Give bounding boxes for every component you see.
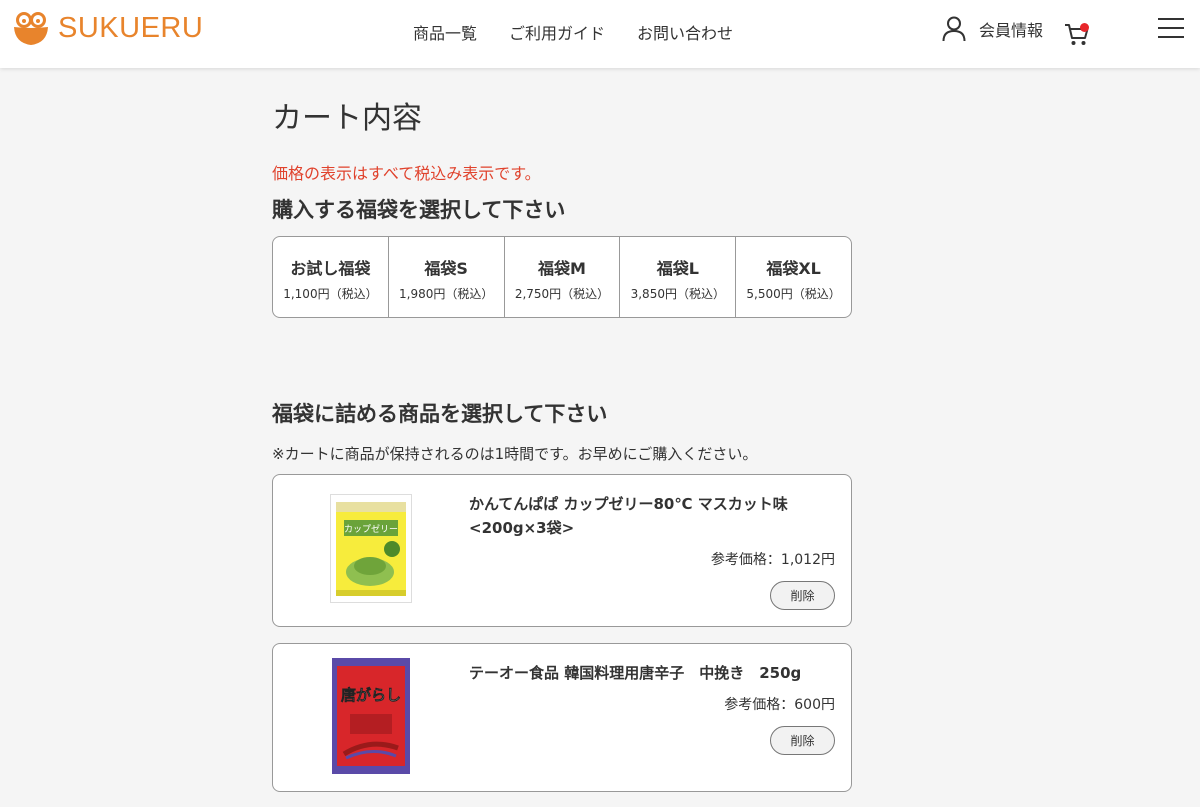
menu-button[interactable] bbox=[1158, 18, 1184, 45]
bag-price: 5,500円（税込） bbox=[746, 287, 841, 301]
delete-button[interactable]: 削除 bbox=[770, 581, 835, 610]
jelly-package-text: カップゼリー bbox=[344, 523, 398, 535]
bag-name: お試し福袋 bbox=[290, 259, 371, 278]
chili-package-text: 唐がらし bbox=[341, 686, 401, 704]
bag-name: 福袋S bbox=[424, 259, 468, 278]
item-name: かんてんぱぱ カップゼリー80℃ マスカット味 <200g×3袋> bbox=[469, 495, 788, 537]
bag-selector: お試し福袋 1,100円（税込） 福袋S 1,980円（税込） 福袋M 2,75… bbox=[272, 236, 852, 318]
select-items-heading: 福袋に詰める商品を選択して下さい bbox=[272, 402, 608, 426]
item-price: 参考価格：600円 bbox=[724, 697, 835, 713]
nav-contact[interactable]: お問い合わせ bbox=[637, 20, 733, 44]
bag-name: 福袋M bbox=[538, 259, 586, 278]
item-price: 参考価格：1,012円 bbox=[710, 552, 835, 568]
bag-price: 2,750円（税込） bbox=[514, 287, 610, 301]
select-bag-heading: 購入する福袋を選択して下さい bbox=[272, 198, 566, 222]
item-name: テーオー食品 韓国料理用唐辛子 中挽き 250g bbox=[469, 664, 802, 682]
bag-option-m[interactable]: 福袋M 2,750円（税込） bbox=[505, 237, 621, 317]
bag-price: 1,980円（税込） bbox=[399, 287, 494, 301]
bag-option-l[interactable]: 福袋L 3,850円（税込） bbox=[620, 237, 737, 317]
menu-icon bbox=[1158, 18, 1184, 20]
page-title: カート内容 bbox=[272, 101, 422, 136]
bowl-logo-icon bbox=[14, 12, 48, 45]
bag-name: 福袋XL bbox=[766, 259, 821, 278]
tax-note: 価格の表示はすべて税込み表示です。 bbox=[272, 164, 541, 183]
main-nav: 商品一覧 ご利用ガイド お問い合わせ bbox=[413, 20, 733, 44]
jelly-product-image[interactable]: カップゼリー bbox=[330, 494, 412, 603]
user-icon bbox=[942, 16, 966, 42]
cart-content: カート内容 価格の表示はすべて税込み表示です。 購入する福袋を選択して下さい お… bbox=[272, 98, 852, 792]
cart-button[interactable] bbox=[1064, 22, 1090, 51]
delete-button[interactable]: 削除 bbox=[770, 726, 835, 755]
cart-badge bbox=[1080, 23, 1089, 32]
bag-option-trial[interactable]: お試し福袋 1,100円（税込） bbox=[273, 237, 389, 317]
logo-link[interactable]: SUKUERU bbox=[12, 10, 203, 46]
bag-option-s[interactable]: 福袋S 1,980円（税込） bbox=[389, 237, 505, 317]
cart-item: カップゼリー かんてんぱぱ カップゼリー80℃ マスカット味 <200g×3袋>… bbox=[272, 474, 852, 627]
nav-products[interactable]: 商品一覧 bbox=[413, 20, 477, 44]
chili-product-image[interactable]: 唐がらし bbox=[332, 658, 410, 774]
logo-text: SUKUERU bbox=[58, 11, 204, 44]
member-info-link[interactable]: 会員情報 bbox=[942, 16, 1043, 42]
bag-price: 1,100円（税込） bbox=[283, 287, 378, 301]
cart-hold-note: ※カートに商品が保持されるのは1時間です。お早めにご購入ください。 bbox=[272, 445, 758, 463]
nav-guide[interactable]: ご利用ガイド bbox=[509, 20, 605, 44]
bag-price: 3,850円（税込） bbox=[630, 287, 725, 301]
site-header: SUKUERU 商品一覧 ご利用ガイド お問い合わせ 会員情報 bbox=[0, 0, 1200, 68]
cart-item: 唐がらし テーオー食品 韓国料理用唐辛子 中挽き 250g 参考価格：600円 … bbox=[272, 643, 852, 792]
bag-option-xl[interactable]: 福袋XL 5,500円（税込） bbox=[736, 237, 851, 317]
bag-name: 福袋L bbox=[656, 259, 699, 278]
member-info-label: 会員情報 bbox=[979, 21, 1044, 40]
